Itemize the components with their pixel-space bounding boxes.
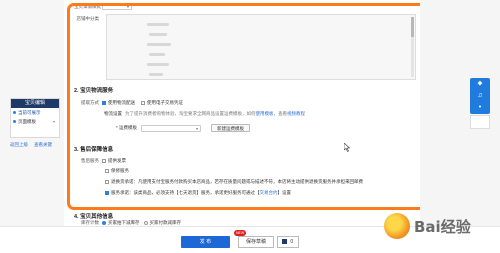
section-other-title: 4. 宝贝其他信息 [74,214,114,220]
floating-tools-panel[interactable]: ⬥ ♫ • [470,78,490,114]
watermark: Bai经验 [384,209,496,243]
dot-icon [13,120,16,123]
stock-on-pay-radio[interactable] [143,221,148,225]
edit-nav-header: 宝贝编辑 [11,99,59,108]
sidebar-item-display[interactable]: 当前可展示 [11,108,59,117]
sidebar-item-label: 当前可展示 [18,110,41,115]
bell-icon[interactable]: ♫ [470,90,490,102]
draft-count: 0 [290,239,294,245]
sidebar-links: 返回上级 查看关键 [10,142,60,148]
cursor-icon [344,143,350,152]
drop-icon[interactable]: ⬥ [470,78,490,90]
stock-on-order-radio[interactable] [102,221,106,225]
draft-count-button[interactable]: 0 [277,236,299,248]
sidebar-item-label: 页面模板 [18,119,36,124]
back-link[interactable]: 返回上级 [10,142,28,148]
active-dot-icon [13,111,16,114]
sidebar-item-template[interactable]: 页面模板 ▾ [11,117,59,126]
publish-button[interactable]: 发 布 [181,236,230,248]
paw-logo-icon [384,213,410,239]
edit-nav-panel: 宝贝编辑 当前可展示 页面模板 ▾ [10,98,60,138]
floating-blank-button[interactable] [470,115,490,129]
save-draft-button[interactable]: 保存草稿 [238,236,274,248]
box-icon [282,239,287,245]
chevron-down-icon: ▾ [52,119,55,124]
view-link[interactable]: 查看关键 [34,142,52,148]
watermark-text: Bai经验 [414,217,471,236]
dot-icon[interactable]: • [470,102,490,114]
left-sidebar: 宝贝编辑 当前可展示 页面模板 ▾ 返回上级 查看关键 [0,0,64,253]
highlight-frame [67,3,428,210]
